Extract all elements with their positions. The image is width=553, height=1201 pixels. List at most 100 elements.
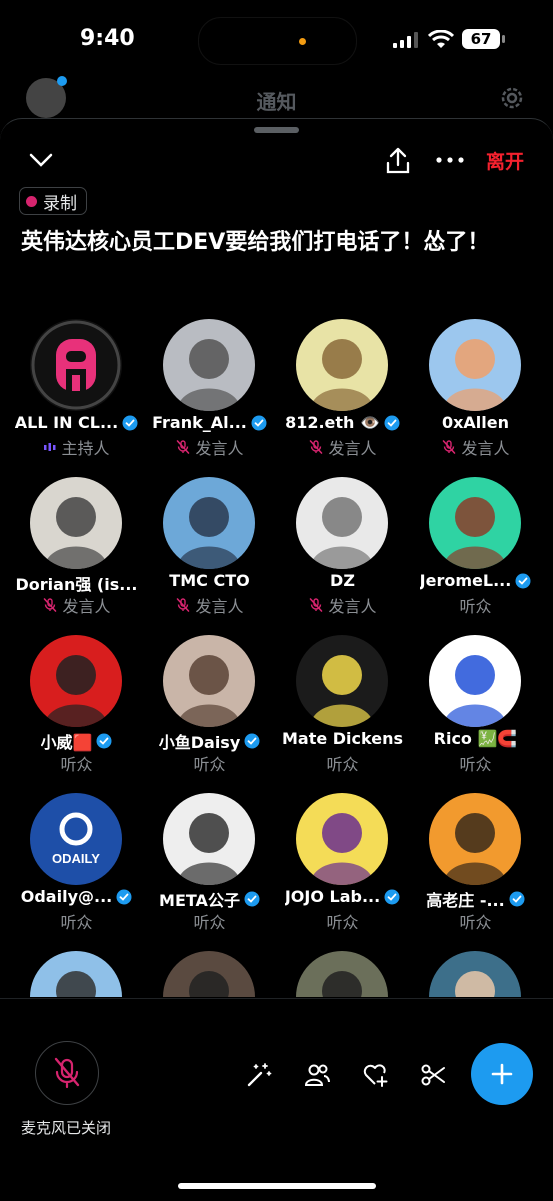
home-indicator[interactable]: [178, 1183, 376, 1189]
participant-name-text: Odaily@...: [20, 887, 113, 906]
participant-card[interactable]: TMC CTO 发言人: [143, 477, 276, 635]
participant-card[interactable]: JeromeL... 听众: [409, 477, 542, 635]
participant-avatar: [163, 477, 255, 569]
participant-avatar: [30, 635, 122, 727]
recording-label: 录制: [43, 193, 77, 214]
participant-role-text: 听众: [60, 755, 93, 774]
participant-role: 听众: [10, 751, 143, 775]
participant-role-text: 发言人: [328, 439, 377, 458]
chevron-down-icon[interactable]: [28, 151, 54, 169]
participant-role: 听众: [409, 751, 542, 775]
participant-card[interactable]: ODAILY Odaily@... 听众: [10, 793, 143, 951]
participant-name-text: TMC CTO: [169, 571, 250, 590]
background-title: 通知: [256, 90, 297, 114]
bottom-bar: 麦克风已关闭: [0, 998, 553, 1201]
participant-name: 0xAllen: [409, 413, 542, 432]
participant-name: Odaily@...: [10, 887, 143, 906]
participant-card[interactable]: [143, 951, 276, 997]
leave-button[interactable]: 离开: [486, 147, 524, 174]
participant-name: TMC CTO: [143, 571, 276, 590]
participant-role-text: 听众: [193, 755, 226, 774]
participant-avatar: [296, 319, 388, 411]
participant-role-text: 听众: [459, 597, 492, 616]
cellular-signal-icon: [393, 32, 418, 48]
participant-role: 发言人: [10, 593, 143, 617]
participant-avatar: ODAILY: [30, 793, 122, 885]
participant-role-text: 听众: [60, 913, 93, 932]
participant-role-text: 听众: [459, 755, 492, 774]
participant-name: DZ: [276, 571, 409, 590]
participant-name: 812.eth 👁️: [276, 413, 409, 432]
participant-role: 发言人: [409, 435, 542, 459]
muted-mic-icon: [54, 1057, 80, 1089]
participant-name-text: ALL IN CL...: [14, 413, 119, 432]
participant-role: 发言人: [276, 435, 409, 459]
verified-badge-icon: [244, 733, 260, 749]
participant-name-text: JeromeL...: [419, 571, 512, 590]
participant-card[interactable]: 高老庄 -... 听众: [409, 793, 542, 951]
participant-name: Rico 💹🧲: [409, 729, 542, 748]
participant-role: 听众: [10, 909, 143, 933]
wifi-icon: [428, 30, 454, 48]
participant-avatar: [429, 635, 521, 727]
participant-role: 听众: [409, 909, 542, 933]
participant-card[interactable]: Frank_Al... 发言人: [143, 319, 276, 477]
participant-avatar: [429, 477, 521, 569]
participant-name-text: 812.eth 👁️: [285, 413, 380, 432]
participant-card[interactable]: DZ 发言人: [276, 477, 409, 635]
microphone-status-label: 麦克风已关闭: [21, 1119, 112, 1137]
participant-card[interactable]: [10, 951, 143, 997]
muted-mic-icon: [310, 598, 323, 612]
participant-name: META公子: [143, 887, 276, 911]
participant-card[interactable]: 812.eth 👁️ 发言人: [276, 319, 409, 477]
share-icon[interactable]: [385, 147, 411, 175]
participant-card[interactable]: 0xAllen 发言人: [409, 319, 542, 477]
participant-role-text: 听众: [326, 913, 359, 932]
muted-mic-icon: [177, 440, 190, 454]
space-title: 英伟达核心员工DEV要给我们打电话了！怂了！: [21, 230, 490, 255]
participant-avatar: [163, 951, 255, 997]
verified-badge-icon: [122, 415, 138, 430]
participant-role-text: 主持人: [61, 439, 110, 458]
participant-card[interactable]: 小鱼Daisy 听众: [143, 635, 276, 793]
people-icon[interactable]: [303, 1061, 331, 1089]
participant-role-text: 听众: [193, 913, 226, 932]
microphone-button[interactable]: [35, 1041, 99, 1105]
host-bars-icon: [44, 443, 56, 451]
participant-card[interactable]: Mate Dickens 听众: [276, 635, 409, 793]
participant-avatar: [429, 319, 521, 411]
muted-mic-icon: [177, 598, 190, 612]
participant-card[interactable]: JOJO Lab... 听众: [276, 793, 409, 951]
participant-role-text: 发言人: [195, 439, 244, 458]
scissors-icon[interactable]: [419, 1061, 447, 1089]
participant-card[interactable]: 小威🟥 听众: [10, 635, 143, 793]
muted-mic-icon: [443, 440, 456, 454]
verified-badge-icon: [515, 573, 531, 588]
muted-mic-icon: [44, 598, 57, 612]
recording-badge: 录制: [19, 187, 87, 215]
more-icon[interactable]: [436, 157, 464, 163]
plus-icon: [491, 1063, 513, 1085]
drag-handle[interactable]: [254, 127, 299, 133]
verified-badge-icon: [509, 891, 525, 907]
participant-card[interactable]: Dorian强 (is... 发言人: [10, 477, 143, 635]
participant-card[interactable]: [409, 951, 542, 997]
privacy-indicator: [299, 38, 306, 45]
participant-card[interactable]: ALL IN CL... 主持人: [10, 319, 143, 477]
compose-button[interactable]: [471, 1043, 533, 1105]
participant-role: 听众: [143, 751, 276, 775]
verified-badge-icon: [244, 891, 260, 907]
heart-plus-icon[interactable]: [361, 1061, 389, 1089]
participant-avatar: [163, 319, 255, 411]
participant-name: Frank_Al...: [143, 413, 276, 432]
participant-card[interactable]: [276, 951, 409, 997]
verified-badge-icon: [116, 889, 132, 904]
participant-card[interactable]: META公子听众: [143, 793, 276, 951]
dynamic-island: [198, 17, 357, 65]
participant-name-text: 高老庄 -...: [426, 891, 505, 910]
magic-wand-icon[interactable]: [245, 1061, 273, 1089]
participant-avatar: [30, 319, 122, 411]
participant-card[interactable]: Rico 💹🧲 听众: [409, 635, 542, 793]
participant-name: 高老庄 -...: [409, 887, 542, 911]
participant-role: 听众: [409, 593, 542, 617]
